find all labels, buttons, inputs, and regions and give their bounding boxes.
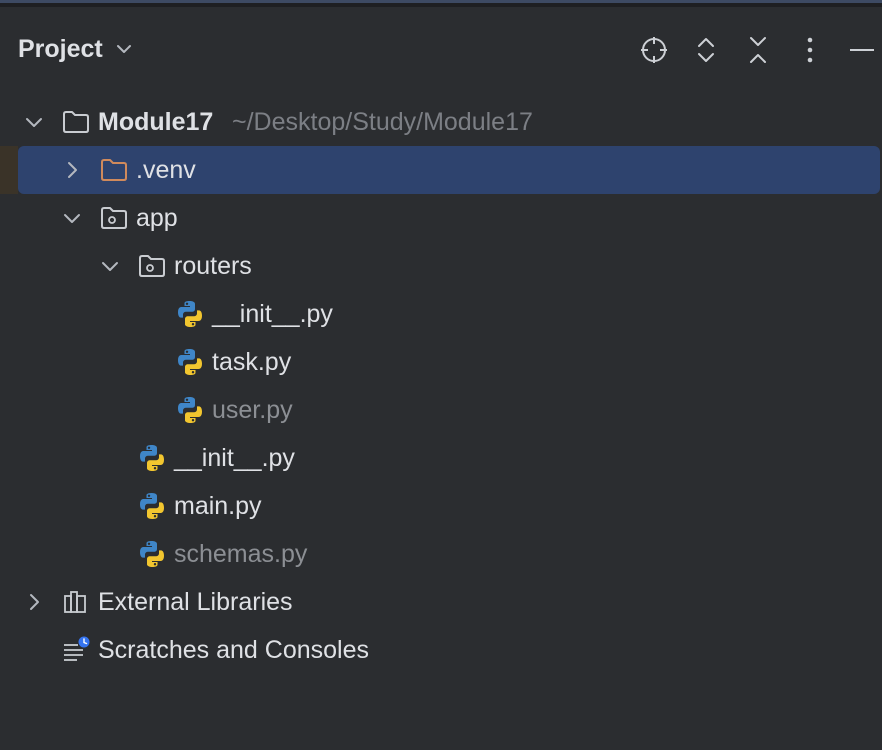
tree-item-app[interactable]: app: [0, 194, 882, 242]
tree-item-label: main.py: [174, 492, 262, 520]
chevron-down-icon[interactable]: [97, 253, 123, 279]
window-top-strip: [0, 0, 882, 7]
locate-icon[interactable]: [636, 32, 672, 68]
tree-item-label: Scratches and Consoles: [98, 636, 369, 664]
tree-item-label: External Libraries: [98, 588, 293, 616]
project-panel-header: Project: [0, 24, 882, 74]
project-view-selector[interactable]: Project: [18, 30, 135, 68]
python-file-icon: [137, 539, 167, 569]
chevron-down-icon[interactable]: [59, 205, 85, 231]
excluded-folder-icon: [99, 155, 129, 185]
hide-icon[interactable]: [844, 32, 880, 68]
tree-item-label: task.py: [212, 348, 292, 376]
tree-item-schemas-py[interactable]: schemas.py: [0, 530, 882, 578]
python-file-icon: [175, 299, 205, 329]
package-folder-icon: [99, 203, 129, 233]
library-icon: [61, 587, 91, 617]
python-file-icon: [175, 395, 205, 425]
tree-item-label: Module17: [98, 108, 214, 136]
expand-all-icon[interactable]: [688, 32, 724, 68]
chevron-down-icon: [113, 38, 135, 60]
top-accent-bar: [0, 0, 882, 3]
python-file-icon: [137, 443, 167, 473]
tree-item-module17[interactable]: Module17 ~/Desktop/Study/Module17: [0, 98, 882, 146]
tree-item-label: __init__.py: [212, 300, 333, 328]
python-file-icon: [175, 347, 205, 377]
tree-item-label: user.py: [212, 396, 293, 424]
tree-item-label: routers: [174, 252, 252, 280]
tree-item-venv[interactable]: .venv: [0, 146, 882, 194]
scratches-icon: [61, 635, 91, 665]
tree-item-scratches-and-consoles[interactable]: Scratches and Consoles: [0, 626, 882, 674]
tree-item-label: .venv: [136, 156, 196, 184]
tree-item-external-libraries[interactable]: External Libraries: [0, 578, 882, 626]
tree-item-main-py[interactable]: main.py: [0, 482, 882, 530]
python-file-icon: [137, 491, 167, 521]
tree-item-label: __init__.py: [174, 444, 295, 472]
project-path: ~/Desktop/Study/Module17: [232, 108, 533, 136]
chevron-down-icon[interactable]: [21, 109, 47, 135]
tree-item-label: schemas.py: [174, 540, 308, 568]
folder-icon: [61, 107, 91, 137]
more-options-icon[interactable]: [792, 32, 828, 68]
tree-item-routers[interactable]: routers: [0, 242, 882, 290]
chevron-right-icon[interactable]: [59, 157, 85, 183]
collapse-all-icon[interactable]: [740, 32, 776, 68]
tree-item-label: app: [136, 204, 178, 232]
tree-item-task-py[interactable]: task.py: [0, 338, 882, 386]
tree-item-app-init-py[interactable]: __init__.py: [0, 434, 882, 482]
tree-item-user-py[interactable]: user.py: [0, 386, 882, 434]
tree-item-routers-init-py[interactable]: __init__.py: [0, 290, 882, 338]
package-folder-icon: [137, 251, 167, 281]
chevron-right-icon[interactable]: [21, 589, 47, 615]
panel-title: Project: [18, 34, 103, 63]
